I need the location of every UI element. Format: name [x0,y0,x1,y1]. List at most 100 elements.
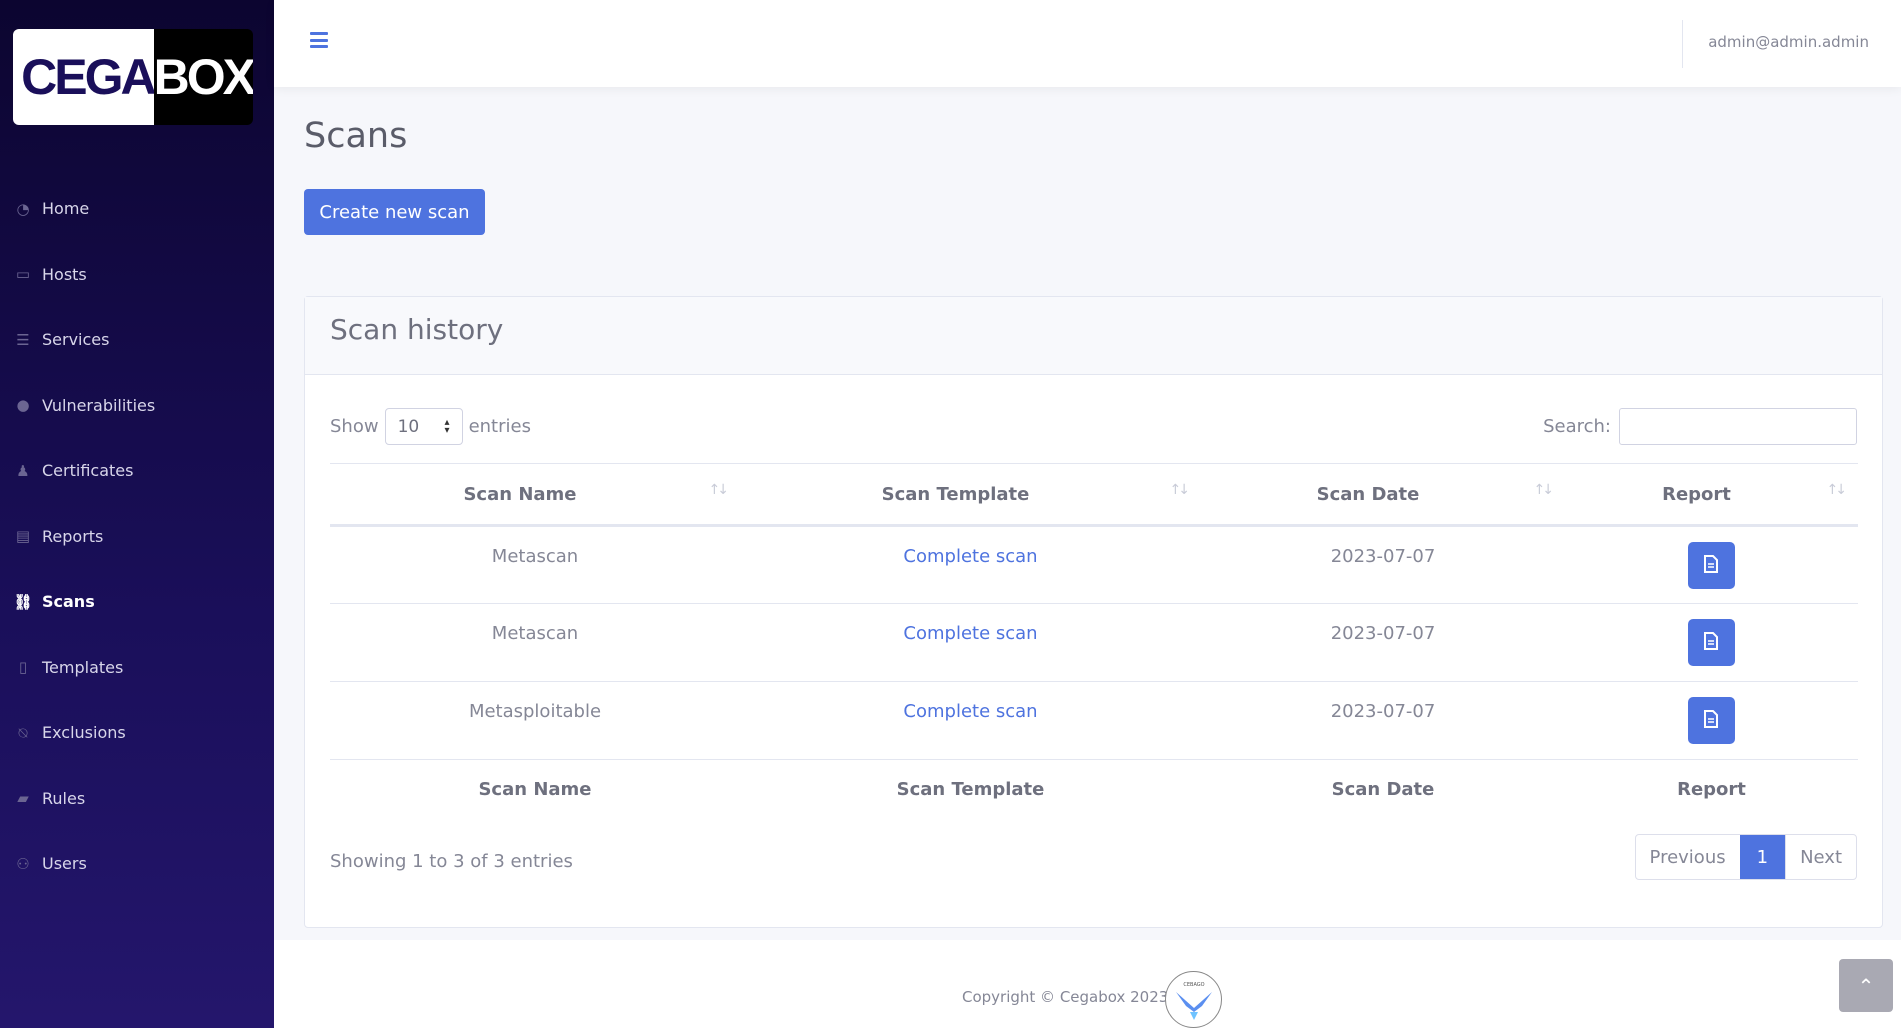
sidebar-item-scans[interactable]: ⛓ Scans [0,569,274,635]
user-menu[interactable]: admin@admin.admin [1708,33,1869,51]
search-label: Search: [1543,416,1611,437]
table-row: Metascan Complete scan 2023-07-07 [330,525,1858,604]
view-report-button[interactable] [1688,542,1735,589]
scan-history-card: Scan history Show 10 ▴ ▾ entries Search: S… [304,296,1883,928]
column-header-scan-name[interactable]: Scan Name ↑↓ [330,463,740,527]
sidebar-item-home[interactable]: ◔ Home [0,176,274,242]
sidebar-item-label: Home [42,199,90,219]
show-label: Show [330,416,379,437]
sort-icon: ↑↓ [1169,482,1191,498]
create-new-scan-button[interactable]: Create new scan [304,189,485,235]
exclamation-circle-icon: ● [16,396,30,415]
scan-name-cell: Metasploitable [330,681,740,760]
search-input[interactable] [1619,408,1857,445]
column-header-scan-template[interactable]: Scan Template ↑↓ [740,463,1201,527]
scan-template-link[interactable]: Complete scan [903,546,1037,567]
sidebar-item-label: Rules [42,788,86,808]
sidebar-item-hosts[interactable]: ▭ Hosts [0,242,274,308]
scan-name-cell: Metascan [330,525,740,604]
scan-date-cell: 2023-07-07 [1201,603,1565,682]
page-title: Scans [304,116,408,156]
server-icon: ☰ [16,330,30,349]
cegabox-logo[interactable]: CEGA BOX [13,29,253,125]
scan-history-table: Scan Name ↑↓ Scan Template ↑↓ Scan Date ↑↓ Rep… [330,463,1858,820]
sidebar-item-services[interactable]: ☰ Services [0,307,274,373]
scan-template-link[interactable]: Complete scan [903,623,1037,644]
sidebar-item-label: Scans [42,592,95,612]
scan-date-cell: 2023-07-07 [1201,681,1565,760]
file-report-icon: ▤ [15,527,31,546]
sidebar-item-exclusions[interactable]: ⍉ Exclusions [0,700,274,766]
column-footer-scan-template: Scan Template [896,779,1045,801]
card-title: Scan history [305,297,1882,375]
sidebar-item-label: Vulnerabilities [42,395,156,415]
topbar: admin@admin.admin [274,0,1901,87]
bell-slash-icon: ⍉ [18,723,28,742]
column-label: Report [1662,483,1731,505]
sort-icon: ↑↓ [1826,482,1848,498]
sidebar-item-certificates[interactable]: ♟ Certificates [0,438,274,504]
entries-select[interactable]: 10 ▴ ▾ [384,408,463,445]
file-alt-icon [1704,632,1718,650]
sidebar-item-vulnerabilities[interactable]: ● Vulnerabilities [0,373,274,439]
chevron-up-icon: ⌃ [1857,973,1875,998]
column-label: Scan Date [1316,483,1420,505]
column-label: Scan Template [881,483,1030,505]
column-label: Scan Name [463,483,577,505]
column-header-scan-date[interactable]: Scan Date ↑↓ [1201,463,1565,527]
scan-date-cell: 2023-07-07 [1201,525,1565,604]
sidebar-item-label: Services [42,330,110,350]
column-header-report[interactable]: Report ↑↓ [1565,463,1858,527]
column-footer-report: Report [1677,779,1746,801]
sidebar-item-label: Certificates [42,461,134,481]
file-alt-icon [1704,710,1718,728]
entries-label: entries [468,416,531,437]
scroll-to-top-button[interactable]: ⌃ [1839,959,1893,1012]
sidebar: CEGA BOX ◔ Home ▭ Hosts ☰ Services ● Vulnerabil… [0,0,274,1028]
footer: Copyright © Cegabox 2023 CEBAGO [274,940,1901,1028]
sidebar-item-label: Exclusions [42,723,126,743]
view-report-button[interactable] [1688,697,1735,744]
users-icon: ⚇ [16,854,30,873]
search-control: Search: [1543,408,1857,445]
topbar-divider [1682,20,1683,68]
cebago-logo: CEBAGO [1165,971,1222,1028]
previous-page-button[interactable]: Previous [1636,835,1740,879]
file-alt-icon [1704,555,1718,573]
stamp-icon: ♟ [16,461,30,480]
logo-text-left: CEGA [21,49,156,105]
sidebar-nav: ◔ Home ▭ Hosts ☰ Services ● Vulnerabilities ♟ Cer… [0,176,274,897]
tachometer-icon: ◔ [16,199,30,218]
select-arrows-icon: ▴ ▾ [444,416,450,436]
sidebar-item-reports[interactable]: ▤ Reports [0,504,274,570]
table-row: Metasploitable Complete scan 2023-07-07 [330,681,1858,760]
copyright-text: Copyright © Cegabox 2023 [962,988,1169,1006]
entries-value: 10 [397,416,420,437]
sidebar-item-rules[interactable]: ▰ Rules [0,766,274,832]
table-info: Showing 1 to 3 of 3 entries [330,851,573,872]
scan-name-cell: Metascan [330,603,740,682]
file-icon: ▯ [18,658,28,677]
column-footer-scan-name: Scan Name [478,779,592,801]
sidebar-item-templates[interactable]: ▯ Templates [0,635,274,701]
sort-icon: ↑↓ [708,482,730,498]
binoculars-icon: ⛓ [13,592,33,611]
sidebar-item-label: Hosts [42,264,87,284]
sidebar-item-users[interactable]: ⚇ Users [0,831,274,897]
sidebar-item-label: Templates [42,657,124,677]
sidebar-item-label: Reports [42,526,104,546]
table-row: Metascan Complete scan 2023-07-07 [330,603,1858,682]
view-report-button[interactable] [1688,619,1735,666]
pagination: Previous 1 Next [1634,834,1857,880]
ruler-icon: ▰ [17,789,29,808]
scan-template-link[interactable]: Complete scan [903,701,1037,722]
svg-text:CEBAGO: CEBAGO [1183,982,1204,988]
entries-length-control: Show 10 ▴ ▾ entries [330,408,531,445]
logo-text-right: BOX [153,49,253,105]
next-page-button[interactable]: Next [1785,835,1856,879]
sidebar-item-label: Users [42,854,87,874]
sort-icon: ↑↓ [1533,482,1555,498]
page-1-button[interactable]: 1 [1739,835,1786,879]
column-footer-scan-date: Scan Date [1331,779,1435,801]
menu-toggle-icon[interactable] [310,32,328,48]
